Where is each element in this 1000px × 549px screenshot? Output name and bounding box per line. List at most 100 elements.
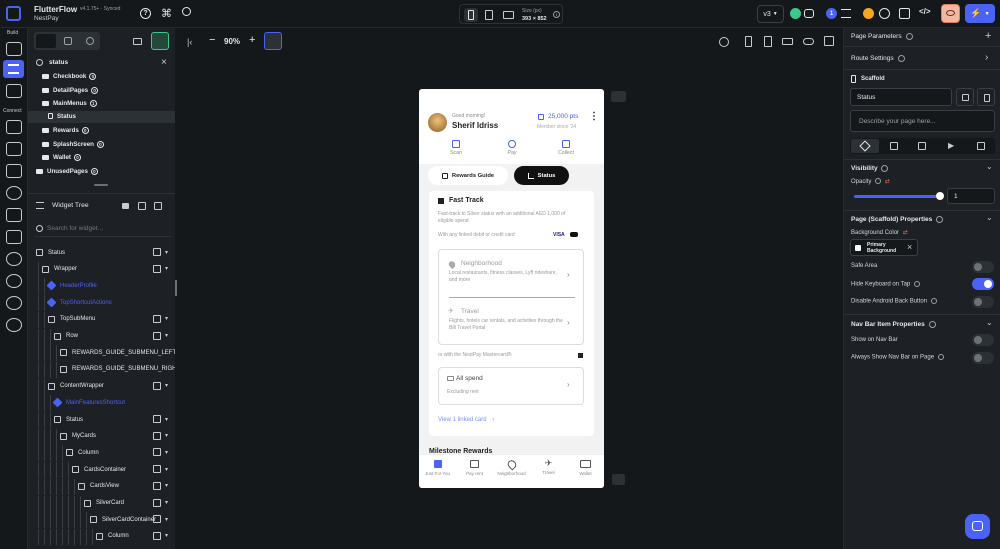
expand-icon[interactable] xyxy=(138,202,146,210)
widget-tree-row[interactable]: SilverCardContainer xyxy=(38,512,156,529)
theme-tab-icon[interactable] xyxy=(86,37,94,45)
tablet-device-icon[interactable] xyxy=(485,10,493,20)
view-linked-card-link[interactable]: View 1 linked card › xyxy=(438,417,494,423)
project-name[interactable]: NestPay xyxy=(34,15,59,22)
nav-just-for-you[interactable]: Just For You xyxy=(419,460,456,476)
wrap-widget-icon[interactable] xyxy=(152,248,161,256)
chevron-down-icon[interactable]: ▾ xyxy=(165,532,168,539)
wrap-widget-icon[interactable] xyxy=(152,481,161,490)
inspect-mode-button[interactable] xyxy=(264,32,282,50)
firebase-icon[interactable] xyxy=(863,8,874,19)
widget-tree-row[interactable]: ContentWrapper xyxy=(38,378,104,395)
chevron-down-icon[interactable]: ▾ xyxy=(165,416,168,423)
hide-keyboard-toggle[interactable] xyxy=(972,278,994,290)
widget-tree-row[interactable]: Column xyxy=(38,528,129,545)
always-show-toggle[interactable] xyxy=(972,352,994,364)
action-scan[interactable]: Scan xyxy=(444,140,468,156)
show-nav-toggle[interactable] xyxy=(972,334,994,346)
test-icon[interactable] xyxy=(6,252,22,266)
travel-option[interactable]: ✈ Travel Flights, hotels car rentals, an… xyxy=(439,300,585,346)
storyboard-icon[interactable] xyxy=(6,84,22,98)
page-tree-item[interactable]: Rewards 0 xyxy=(42,127,89,134)
add-widget-icon[interactable] xyxy=(6,42,22,56)
widget-tree-row[interactable]: MainFeaturesShortcut xyxy=(38,395,125,412)
widget-tree-row[interactable]: REWARDS_GUIDE_SUBMENU_RIGHT xyxy=(38,361,175,378)
app-logo[interactable] xyxy=(6,6,21,21)
phone-device-icon[interactable] xyxy=(464,8,478,22)
add-folder-icon[interactable] xyxy=(133,38,142,45)
nav-travel[interactable]: ✈ Travel xyxy=(530,458,567,475)
page-name-input[interactable]: Status xyxy=(850,88,952,106)
help-icon[interactable]: ? xyxy=(140,8,151,19)
media-icon[interactable] xyxy=(6,208,22,222)
preview-button[interactable] xyxy=(941,4,960,23)
nav-pay-rent[interactable]: Pay rent xyxy=(456,460,493,476)
chevron-down-icon[interactable]: ▾ xyxy=(165,449,168,456)
nav-wallet[interactable]: Wallet xyxy=(567,460,604,476)
action-collect[interactable]: Collect xyxy=(554,140,578,156)
variable-icon[interactable]: ⇄ xyxy=(885,179,890,185)
calculator-icon[interactable] xyxy=(764,36,772,47)
chevron-down-icon[interactable]: ▾ xyxy=(165,516,168,523)
scroll-handle[interactable] xyxy=(94,184,108,186)
wrap-widget-icon[interactable] xyxy=(152,498,161,507)
api-icon[interactable] xyxy=(6,142,22,156)
theme-icon[interactable] xyxy=(6,296,22,310)
page-params-title[interactable]: Page Parameters xyxy=(851,33,914,40)
zoom-out-icon[interactable]: − xyxy=(209,34,215,46)
search-icon[interactable] xyxy=(182,7,191,16)
widget-tree-nav-active[interactable] xyxy=(3,60,24,78)
search-input[interactable]: status xyxy=(49,59,68,66)
firestore-icon[interactable] xyxy=(6,120,22,134)
add-page-button[interactable] xyxy=(151,32,169,50)
page-tree-item[interactable]: UnusedPages 0 xyxy=(36,167,98,175)
disable-back-toggle[interactable] xyxy=(972,296,994,308)
description-input[interactable]: Describe your page here... xyxy=(850,110,995,132)
delete-icon[interactable] xyxy=(977,88,995,106)
wrap-widget-icon[interactable] xyxy=(152,465,161,474)
chevron-down-icon[interactable]: ⌄ xyxy=(986,213,993,222)
tab-properties[interactable] xyxy=(851,139,879,153)
nav-neighborhood[interactable]: Neighborhood xyxy=(493,458,530,476)
page-tree-item[interactable]: Status xyxy=(28,110,175,123)
widget-tree-row[interactable]: TopShortcutActions xyxy=(38,295,112,312)
clear-color-icon[interactable]: × xyxy=(907,242,912,252)
page-tree-item[interactable]: MainMenus 1 xyxy=(42,100,97,107)
widget-tree-row[interactable]: TopSubMenu xyxy=(38,311,95,328)
page-tree-item[interactable]: DetailPages 0 xyxy=(42,86,99,94)
notification-count[interactable]: 1 xyxy=(826,8,837,19)
phone-preview-icon[interactable] xyxy=(745,36,752,47)
info-icon[interactable]: i xyxy=(553,11,560,18)
widget-tree-row[interactable]: CardsContainer xyxy=(38,462,126,479)
tab-actions[interactable]: ▶ xyxy=(948,141,954,150)
chevron-down-icon[interactable]: ▾ xyxy=(165,482,168,489)
chevron-down-icon[interactable]: ▾ xyxy=(165,315,168,322)
tab-backend-query[interactable] xyxy=(890,142,898,150)
tree-view-icon[interactable] xyxy=(824,36,834,46)
list-icon[interactable] xyxy=(841,9,851,18)
collapse-panel-icon[interactable]: |‹ xyxy=(187,37,192,47)
components-tab-icon[interactable] xyxy=(64,37,72,45)
size-value[interactable]: 393 × 852 xyxy=(522,16,547,22)
check-status-icon[interactable] xyxy=(790,8,801,19)
chevron-down-icon[interactable]: ▾ xyxy=(165,265,168,272)
opacity-thumb[interactable] xyxy=(936,192,944,200)
safe-area-toggle[interactable] xyxy=(972,261,994,273)
opacity-slider[interactable] xyxy=(854,192,944,200)
add-param-icon[interactable]: + xyxy=(985,30,991,42)
run-button[interactable]: ⚡ ▼ xyxy=(965,4,995,23)
lock-icon[interactable] xyxy=(122,203,129,209)
bg-color-chip[interactable]: Primary Background × xyxy=(850,239,918,256)
collapse-icon[interactable] xyxy=(154,202,162,210)
wrap-widget-icon[interactable] xyxy=(152,415,161,423)
variable-icon[interactable]: ⇄ xyxy=(903,230,908,236)
globe-icon[interactable] xyxy=(719,37,729,47)
more-menu-icon[interactable]: ⋮ xyxy=(589,112,599,122)
command-icon[interactable]: ⌘ xyxy=(161,7,172,20)
widget-tree-row[interactable]: SilverCard xyxy=(38,495,124,512)
comments-icon[interactable] xyxy=(804,9,814,18)
all-spend-option[interactable]: All spend Excluding rent › xyxy=(438,367,584,405)
widget-tree-row[interactable]: Wrapper xyxy=(38,261,77,278)
wrap-widget-icon[interactable] xyxy=(152,448,161,457)
panel-resize-handle[interactable] xyxy=(175,280,177,296)
